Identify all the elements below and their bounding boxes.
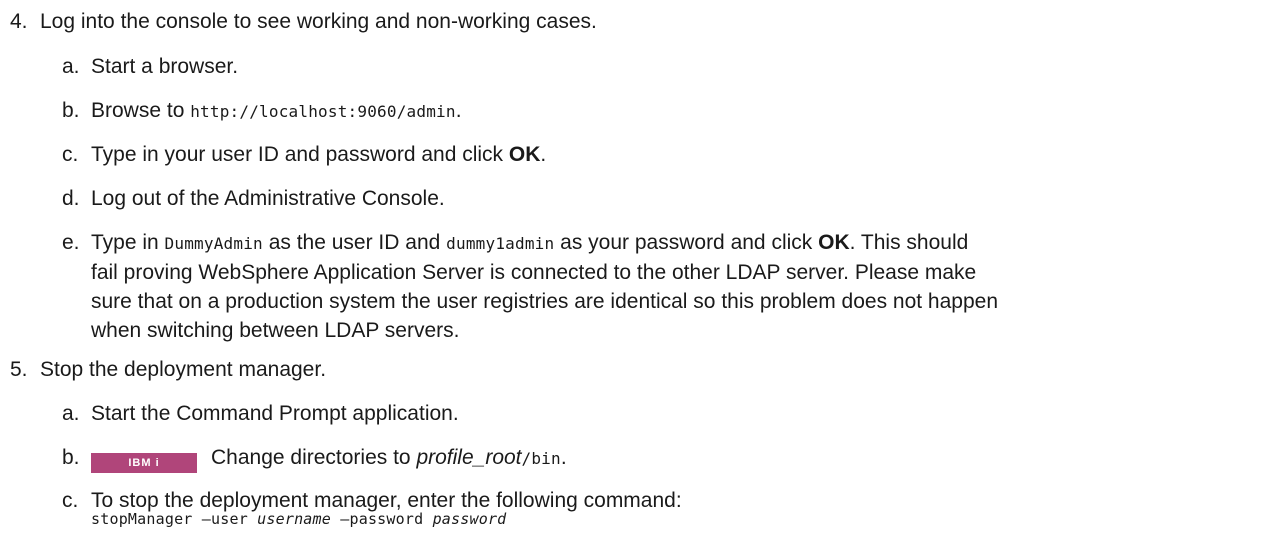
substep-letter: c. (62, 489, 79, 512)
step-text: Log into the console to see working and … (40, 10, 597, 33)
substep-letter: b. (62, 99, 80, 122)
substep-text: Start a browser. (91, 55, 239, 78)
step-number: 5. (10, 358, 28, 381)
step-number: 4. (10, 10, 28, 33)
step-text: Stop the deployment manager. (40, 358, 327, 381)
substep-letter: c. (62, 143, 79, 166)
bin-path-code: /bin (521, 449, 561, 468)
substep-text: Log out of the Administrative Console. (91, 187, 445, 210)
substep-letter: b. (62, 446, 80, 469)
substep-text: Start the Command Prompt application. (91, 402, 459, 425)
substep-letter: a. (62, 55, 80, 78)
ok-label: OK (818, 231, 850, 254)
substep-text: Type in DummyAdmin as the user ID and du… (91, 231, 999, 342)
substep-text: Browse to http://localhost:9060/admin. (91, 99, 462, 122)
substep-letter: a. (62, 402, 80, 425)
substep-text: Type in your user ID and password and cl… (91, 143, 547, 166)
url-code: http://localhost:9060/admin (190, 102, 456, 121)
password-var: password (432, 510, 507, 528)
username-var: username (257, 510, 332, 528)
substep-text: IBM i Change directories to profile_root/… (91, 443, 1261, 473)
ibm-i-platform-badge: IBM i (91, 453, 197, 473)
password-code: dummy1admin (446, 234, 555, 253)
ok-label: OK (508, 143, 541, 166)
profile-root-var: profile_root (416, 446, 522, 469)
stop-manager-command: stopManager –user username –password pas… (91, 510, 507, 528)
substep-letter: d. (62, 187, 80, 210)
document-page: 4. Log into the console to see working a… (0, 0, 1279, 528)
user-id-code: DummyAdmin (164, 234, 263, 253)
substep-letter: e. (62, 231, 80, 254)
